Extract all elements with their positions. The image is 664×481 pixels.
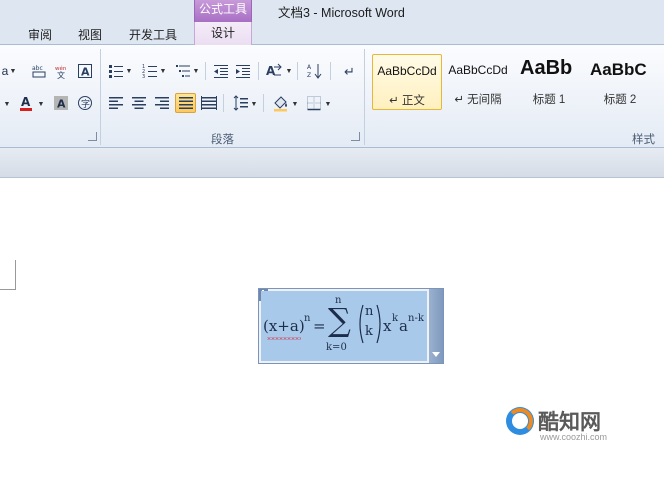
align-right-icon[interactable] [153, 94, 171, 112]
term-a-exponent: n-k [408, 313, 424, 324]
toolbar-separator [297, 62, 298, 80]
ribbon: a ▼ abc wén文 A ▼ A ▼ A 字 ▼ 123 ▼ ▼ A ▼ [0, 45, 664, 148]
chevron-down-icon[interactable]: ▼ [160, 62, 167, 80]
multilevel-list-icon[interactable] [174, 62, 192, 80]
chevron-down-icon[interactable]: ▼ [325, 95, 332, 113]
spellcheck-underline [267, 337, 301, 340]
chevron-down-icon[interactable]: ▼ [38, 95, 45, 113]
svg-text:Z: Z [307, 72, 311, 79]
equation-lhs: (x+a) [263, 317, 305, 335]
logo-arc [507, 408, 533, 434]
toolbar-separator [258, 62, 259, 80]
svg-text:A: A [266, 64, 276, 78]
chevron-down-icon [432, 352, 440, 357]
ruler-area [0, 148, 664, 178]
group-label-styles: 样式 [632, 134, 655, 146]
toolbar-separator [223, 94, 224, 112]
coozhi-logo-icon [506, 407, 534, 435]
svg-text:字: 字 [81, 98, 90, 110]
equation-selection[interactable]: (x+a) n = n ∑ k=0 n k x k a n-k [261, 291, 427, 361]
binomial-bottom: k [365, 324, 373, 339]
group-separator [100, 49, 101, 145]
svg-text:A: A [57, 98, 66, 111]
equation-options-button[interactable] [429, 289, 443, 363]
equation-container[interactable]: (x+a) n = n ∑ k=0 n k x k a n-k [258, 288, 444, 364]
style-name-heading-2: 标题 2 [603, 94, 637, 106]
font-dialog-launcher-icon[interactable] [88, 132, 97, 141]
term-x: x [383, 317, 392, 335]
style-heading-2[interactable]: AaBbC 标题 2 [585, 54, 655, 110]
phonetic-guide-icon[interactable]: abc [30, 62, 48, 80]
bullets-icon[interactable] [107, 62, 125, 80]
toolbar-separator [330, 62, 331, 80]
increase-indent-icon[interactable] [234, 62, 252, 80]
style-name-heading-1: 标题 1 [532, 94, 566, 106]
svg-text:abc: abc [32, 65, 43, 72]
ribbon-tabs: 审阅 视图 开发工具 设计 [0, 22, 664, 46]
style-no-spacing[interactable]: AaBbCcDd ↵ 无间隔 [443, 54, 513, 110]
group-label-paragraph: 段落 [211, 134, 234, 146]
context-tab-group: 公式工具 [194, 0, 252, 22]
style-normal[interactable]: AaBbCcDd ↵ 正文 [372, 54, 442, 110]
watermark-url: www.coozhi.com [540, 432, 608, 442]
tab-developer[interactable]: 开发工具 [129, 26, 177, 43]
shading-icon[interactable] [272, 94, 290, 112]
chevron-down-icon[interactable]: ▼ [4, 95, 11, 113]
binomial-top: n [365, 304, 374, 319]
align-left-icon[interactable] [107, 94, 125, 112]
svg-text:文: 文 [57, 70, 65, 79]
justify-icon[interactable] [175, 93, 196, 113]
align-center-icon[interactable] [130, 94, 148, 112]
chevron-down-icon[interactable]: ▼ [286, 62, 293, 80]
chevron-down-icon[interactable]: ▼ [292, 95, 299, 113]
svg-text:A: A [307, 64, 312, 71]
paragraph-dialog-launcher-icon[interactable] [351, 132, 360, 141]
style-name-normal: ↵ 正文 [389, 95, 425, 107]
toolbar-separator [263, 94, 264, 112]
tab-view[interactable]: 视图 [78, 26, 102, 43]
toolbar-separator [205, 62, 206, 80]
distributed-align-icon[interactable] [200, 94, 218, 112]
numbering-icon[interactable]: 123 [141, 62, 159, 80]
sort-icon[interactable]: AZ [306, 62, 324, 80]
term-a: a [399, 317, 408, 335]
style-sample-normal: AaBbCcDd [377, 64, 437, 78]
show-formatting-marks-icon[interactable]: ↵ [340, 62, 358, 80]
chevron-down-icon[interactable]: ▼ [251, 95, 258, 113]
chevron-down-icon[interactable]: ▼ [126, 62, 133, 80]
style-heading-1[interactable]: AaBb 标题 1 [514, 54, 584, 110]
font-color-icon[interactable]: A [17, 94, 35, 112]
decrease-indent-icon[interactable] [212, 62, 230, 80]
style-sample-heading-2: AaBbC [590, 60, 647, 79]
title-bar: 公式工具 文档3 - Microsoft Word [0, 0, 664, 22]
equation-equals: = [313, 317, 326, 335]
chinese-layout-icon[interactable]: A [265, 62, 283, 80]
tab-review[interactable]: 审阅 [28, 26, 52, 43]
borders-icon[interactable] [305, 94, 323, 112]
group-separator [364, 49, 365, 145]
character-shading-icon[interactable]: A [52, 94, 70, 112]
svg-text:A: A [81, 66, 90, 79]
svg-text:A: A [21, 95, 31, 109]
style-sample-no-spacing: AaBbCcDd [448, 63, 508, 77]
page-margin-marker [0, 260, 16, 290]
sum-symbol: ∑ [328, 301, 351, 339]
line-spacing-icon[interactable] [232, 94, 250, 112]
equation-lhs-exponent: n [304, 313, 311, 324]
chevron-down-icon[interactable]: ▼ [10, 62, 17, 80]
enclose-character-icon[interactable]: 字 [76, 94, 94, 112]
window-title: 文档3 - Microsoft Word [278, 6, 405, 20]
tab-design[interactable]: 设计 [194, 22, 252, 46]
character-border-icon[interactable]: A [76, 62, 94, 80]
svg-text:3: 3 [142, 74, 145, 79]
sum-lower-limit: k=0 [326, 342, 347, 353]
chevron-down-icon[interactable]: ▼ [193, 62, 200, 80]
style-name-no-spacing: ↵ 无间隔 [454, 94, 502, 106]
term-x-exponent: k [392, 313, 399, 324]
svg-text:↵: ↵ [344, 65, 355, 79]
context-group-label: 公式工具 [198, 2, 247, 16]
style-sample-heading-1: AaBb [520, 57, 573, 79]
wen-icon[interactable]: wén 文 [53, 62, 71, 80]
